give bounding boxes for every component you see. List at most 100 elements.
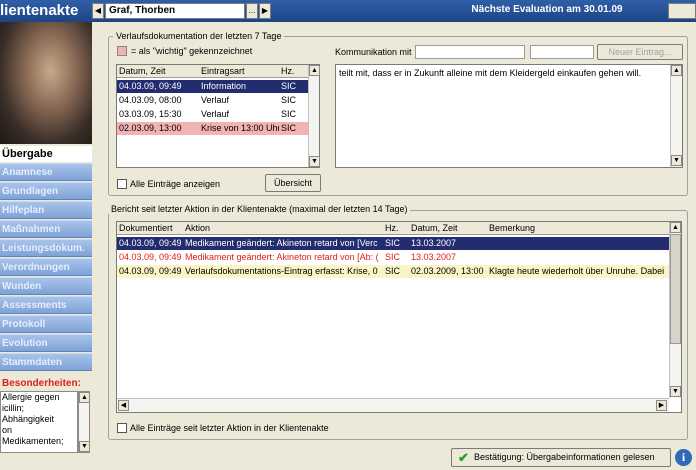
info-icon[interactable]: i: [675, 449, 692, 466]
scroll-right-icon[interactable]: ▶: [656, 400, 667, 411]
checkmark-icon: ✔: [458, 450, 469, 465]
scroll-up-icon[interactable]: ▲: [671, 65, 682, 76]
cell-hz: SIC: [385, 252, 401, 262]
sidebar-item-anamnese[interactable]: Anamnese: [0, 163, 92, 181]
scroll-up-icon[interactable]: ▲: [670, 222, 681, 233]
cell-aktion: Verlaufsdokumentations-Eintrag erfasst: …: [185, 266, 378, 276]
wichtig-legend: = als "wichtig" gekennzeichnet: [131, 46, 253, 56]
column-hz[interactable]: Hz.: [385, 222, 399, 234]
sidebar-item-grundlagen[interactable]: Grundlagen: [0, 182, 92, 200]
cell-aktion: Medikament geändert: Akineton retard von…: [185, 252, 379, 262]
sidebar-item-leistungsdokumentation[interactable]: Leistungsdokum.: [0, 239, 92, 257]
column-eintragsart[interactable]: Eintragsart: [201, 65, 245, 77]
list-item[interactable]: 03.03.09, 15:30 Verlauf SIC: [117, 108, 308, 121]
sidebar-item-evolution[interactable]: Evolution: [0, 334, 92, 352]
important-color-swatch: [117, 46, 127, 56]
bericht-legend: Bericht seit letzter Aktion in der Klien…: [108, 204, 411, 214]
cell-bemerkung: Klagte heute wiederholt über Unruhe. Dab…: [489, 266, 667, 276]
column-datum[interactable]: Datum, Zeit: [119, 65, 166, 77]
sidebar-item-uebergabe[interactable]: Übergabe: [0, 146, 92, 162]
list-item[interactable]: 04.03.09, 09:49 Information SIC: [117, 80, 308, 93]
alle-eintraege-label: Alle Einträge anzeigen: [130, 179, 221, 189]
cell-dokumentiert: 04.03.09, 09:49: [119, 252, 182, 262]
sidebar-item-massnahmen[interactable]: Maßnahmen: [0, 220, 92, 238]
patient-picker-button[interactable]: ...: [246, 3, 258, 19]
table-row[interactable]: 04.03.09, 09:49 Verlaufsdokumentations-E…: [117, 265, 669, 278]
alle-eintraege-checkbox[interactable]: [117, 179, 127, 189]
kommunikation-field-2[interactable]: [530, 45, 594, 59]
scroll-down-icon[interactable]: ▼: [309, 156, 320, 167]
cell-aktion: Medikament geändert: Akineton retard von…: [185, 238, 378, 248]
row-datum: 04.03.09, 09:49: [119, 81, 182, 91]
kommunikation-label: Kommunikation mit: [335, 47, 412, 57]
verlauf-list-header: Datum, Zeit Eintragsart Hz.: [117, 65, 308, 78]
bericht-hscrollbar[interactable]: ◀ ▶: [117, 398, 669, 412]
cell-datum: 13.03.2007: [411, 238, 457, 248]
sidebar-item-hilfeplan[interactable]: Hilfeplan: [0, 201, 92, 219]
besonderheiten-label: Besonderheiten:: [2, 378, 81, 389]
sidebar-item-assessments[interactable]: Assessments: [0, 296, 92, 314]
list-item[interactable]: 04.03.09, 08:00 Verlauf SIC: [117, 94, 308, 107]
patient-photo: [0, 22, 92, 144]
besonderheiten-text[interactable]: Allergie gegen icillin; Abhängigkeit on …: [0, 391, 78, 453]
neuer-eintrag-button[interactable]: Neuer Eintrag...: [597, 44, 683, 60]
column-datum-zeit[interactable]: Datum, Zeit: [411, 222, 458, 234]
scroll-up-icon[interactable]: ▲: [309, 65, 320, 76]
detail-scrollbar[interactable]: ▲ ▼: [670, 65, 682, 167]
column-dokumentiert[interactable]: Dokumentiert: [119, 222, 173, 234]
bestaetigung-label: Bestätigung: Übergabeinformationen geles…: [474, 452, 655, 462]
sidebar-item-wunden[interactable]: Wunden: [0, 277, 92, 295]
row-datum: 04.03.09, 08:00: [119, 95, 182, 105]
patient-select[interactable]: Graf, Thorben: [105, 3, 245, 19]
sidebar-item-protokoll[interactable]: Protokoll: [0, 315, 92, 333]
next-patient-button[interactable]: ▶: [259, 3, 271, 19]
row-hz: SIC: [281, 81, 297, 91]
bericht-list[interactable]: Dokumentiert Aktion Hz. Datum, Zeit Beme…: [116, 221, 682, 413]
scroll-up-icon[interactable]: ▲: [79, 392, 90, 403]
uebersicht-button[interactable]: Übersicht: [265, 174, 321, 192]
sidebar-item-stammdaten[interactable]: Stammdaten: [0, 353, 92, 371]
alle-seit-aktion-checkbox[interactable]: [117, 423, 127, 433]
scroll-down-icon[interactable]: ▼: [79, 441, 90, 452]
cell-datum: 13.03.2007: [411, 252, 457, 262]
previous-patient-button[interactable]: ◀: [92, 3, 104, 19]
verlauf-legend: Verlaufsdokumentation der letzten 7 Tage: [113, 31, 285, 41]
scroll-left-icon[interactable]: ◀: [118, 400, 129, 411]
list-item[interactable]: 02.03.09, 13:00 Krise von 13:00 Uhr SIC: [117, 122, 308, 135]
column-aktion[interactable]: Aktion: [185, 222, 210, 234]
row-hz: SIC: [281, 123, 297, 133]
alle-seit-aktion-label: Alle Einträge seit letzter Aktion in der…: [130, 423, 329, 433]
row-hz: SIC: [281, 95, 297, 105]
row-datum: 02.03.09, 13:00: [119, 123, 182, 133]
besonderheiten-scrollbar[interactable]: ▲ ▼: [78, 391, 90, 453]
table-row[interactable]: 04.03.09, 09:49 Medikament geändert: Aki…: [117, 251, 669, 264]
scroll-thumb[interactable]: [670, 234, 681, 344]
row-art: Verlauf: [201, 109, 230, 119]
scroll-down-icon[interactable]: ▼: [671, 155, 682, 166]
cell-hz: SIC: [385, 238, 401, 248]
scroll-down-icon[interactable]: ▼: [670, 386, 681, 397]
sidebar-item-verordnungen[interactable]: Verordnungen: [0, 258, 92, 276]
cell-hz: SIC: [385, 266, 401, 276]
cell-dokumentiert: 04.03.09, 09:49: [119, 238, 182, 248]
table-row[interactable]: 04.03.09, 09:49 Medikament geändert: Aki…: [117, 237, 669, 250]
row-datum: 03.03.09, 15:30: [119, 109, 182, 119]
column-bemerkung[interactable]: Bemerkung: [489, 222, 535, 234]
bericht-list-header: Dokumentiert Aktion Hz. Datum, Zeit Beme…: [117, 222, 669, 235]
kommunikation-field-1[interactable]: [415, 45, 525, 59]
window-button[interactable]: [668, 3, 696, 19]
row-art: Information: [201, 81, 247, 91]
cell-datum: 02.03.2009, 13:00: [411, 266, 484, 276]
row-hz: SIC: [281, 109, 297, 119]
bestaetigung-button[interactable]: ✔ Bestätigung: Übergabeinformationen gel…: [451, 448, 671, 467]
cell-dokumentiert: 04.03.09, 09:49: [119, 266, 182, 276]
verlauf-list-scrollbar[interactable]: ▲ ▼: [308, 65, 320, 167]
bericht-vscrollbar[interactable]: ▲ ▼: [669, 222, 681, 398]
evaluation-date: Nächste Evaluation am 30.01.09: [471, 4, 623, 15]
app-title: lientenakte: [0, 2, 79, 19]
verlauf-detail-text[interactable]: teilt mit, dass er in Zukunft alleine mi…: [335, 64, 683, 168]
row-art: Krise von 13:00 Uhr: [201, 123, 279, 133]
row-art: Verlauf: [201, 95, 230, 105]
column-hz[interactable]: Hz.: [281, 65, 295, 77]
verlauf-list[interactable]: Datum, Zeit Eintragsart Hz. 04.03.09, 09…: [116, 64, 320, 168]
